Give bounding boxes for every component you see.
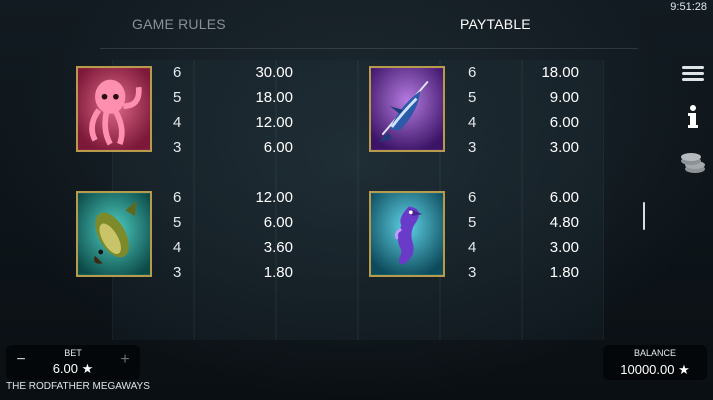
tab-game-rules[interactable]: GAME RULES bbox=[132, 16, 226, 32]
payout-list-marlin: 6 18.00 5 9.00 4 6.00 3 3.00 bbox=[468, 60, 579, 160]
payout-row: 6 18.00 bbox=[468, 64, 579, 81]
game-title: THE RODFATHER MEGAWAYS bbox=[6, 381, 150, 392]
payout-row: 4 12.00 bbox=[173, 114, 293, 131]
balance-label: BALANCE bbox=[633, 348, 677, 358]
payout-row: 3 1.80 bbox=[173, 264, 293, 281]
info-icon[interactable] bbox=[678, 102, 708, 132]
symbol-octopus-image bbox=[76, 66, 152, 152]
balance-panel: BALANCE 10000.00 ★ bbox=[603, 345, 707, 380]
payout-row: 3 3.00 bbox=[468, 139, 579, 156]
payout-row: 5 18.00 bbox=[173, 89, 293, 106]
payout-row: 6 30.00 bbox=[173, 64, 293, 81]
menu-icon[interactable] bbox=[678, 58, 708, 88]
coins-icon[interactable] bbox=[678, 147, 708, 177]
balance-value: 10000.00 ★ bbox=[620, 362, 690, 377]
scrollbar[interactable] bbox=[643, 202, 645, 230]
payout-row: 5 4.80 bbox=[468, 214, 579, 231]
payout-row: 4 6.00 bbox=[468, 114, 579, 131]
bet-increase-button[interactable]: + bbox=[116, 351, 134, 369]
payout-list-bass: 6 12.00 5 6.00 4 3.60 3 1.80 bbox=[173, 185, 293, 285]
rules-tabs: GAME RULES PAYTABLE bbox=[0, 0, 713, 49]
tab-paytable[interactable]: PAYTABLE bbox=[460, 16, 531, 32]
payout-row: 5 6.00 bbox=[173, 214, 293, 231]
symbol-marlin-image bbox=[369, 66, 445, 152]
tab-divider bbox=[100, 48, 638, 49]
side-menu bbox=[672, 50, 712, 200]
payout-list-seahorse: 6 6.00 5 4.80 4 3.00 3 1.80 bbox=[468, 185, 579, 285]
payout-row: 3 1.80 bbox=[468, 264, 579, 281]
payout-row: 4 3.60 bbox=[173, 239, 293, 256]
payout-row: 3 6.00 bbox=[173, 139, 293, 156]
payout-list-octopus: 6 30.00 5 18.00 4 12.00 3 6.00 bbox=[173, 60, 293, 160]
payout-row: 6 6.00 bbox=[468, 189, 579, 206]
payout-row: 4 3.00 bbox=[468, 239, 579, 256]
symbol-bass-image bbox=[76, 191, 152, 277]
bet-panel: − BET 6.00 ★ + bbox=[6, 345, 140, 380]
payout-row: 5 9.00 bbox=[468, 89, 579, 106]
payout-row: 6 12.00 bbox=[173, 189, 293, 206]
symbol-seahorse-image bbox=[369, 191, 445, 277]
